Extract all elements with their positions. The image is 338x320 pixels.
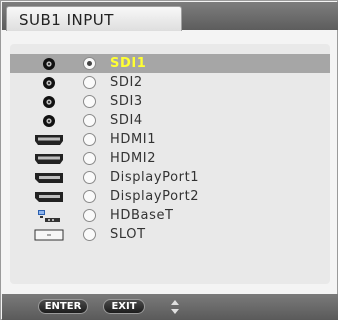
input-option-label: SDI3 [110,94,143,109]
sdi-connector-icon [30,54,68,73]
radio-button[interactable] [83,228,96,241]
radio-button[interactable] [83,76,96,89]
input-option-displayport1[interactable]: DisplayPort1 [10,168,330,187]
title-bar: SUB1 INPUT [2,2,338,31]
radio-button[interactable] [83,133,96,146]
input-option-label: DisplayPort1 [110,170,200,185]
input-option-label: HDMI1 [110,132,157,147]
input-option-hdbaset[interactable]: HDBaseT [10,206,330,225]
radio-button[interactable] [83,152,96,165]
window-title: SUB1 INPUT [19,11,114,29]
radio-button[interactable] [83,190,96,203]
input-option-label: HDBaseT [110,208,174,223]
displayport-connector-icon [30,168,68,187]
up-down-arrows-icon [171,300,179,314]
input-list: SDI1 SDI2 SDI3 SDI4 HDMI1 HDMI2 DisplayPort1 Di… [10,54,330,244]
hdmi-connector-icon [30,130,68,149]
input-option-label: DisplayPort2 [110,189,200,204]
input-option-sdi3[interactable]: SDI3 [10,92,330,111]
exit-button[interactable]: EXIT [103,299,145,314]
input-option-hdmi2[interactable]: HDMI2 [10,149,330,168]
input-option-label: SDI1 [110,56,147,71]
title-tab: SUB1 INPUT [6,6,182,31]
radio-button[interactable] [83,114,96,127]
sdi-connector-icon [30,73,68,92]
radio-button[interactable] [83,57,96,70]
input-option-label: SLOT [110,227,146,242]
sub1-input-window: SUB1 INPUT SDI1 SDI2 SDI3 SDI4 HDMI1 HDMI2 Dis… [0,0,338,320]
input-option-label: SDI2 [110,75,143,90]
sdi-connector-icon [30,111,68,130]
radio-button[interactable] [83,209,96,222]
displayport-connector-icon [30,187,68,206]
input-option-label: HDMI2 [110,151,157,166]
input-option-sdi2[interactable]: SDI2 [10,73,330,92]
network-connector-icon [30,206,68,225]
input-option-sdi1[interactable]: SDI1 [10,54,330,73]
slot-icon [30,225,68,244]
enter-button[interactable]: ENTER [38,299,88,314]
hdmi-connector-icon [30,149,68,168]
input-option-sdi4[interactable]: SDI4 [10,111,330,130]
input-option-displayport2[interactable]: DisplayPort2 [10,187,330,206]
input-option-hdmi1[interactable]: HDMI1 [10,130,330,149]
radio-button[interactable] [83,95,96,108]
radio-button[interactable] [83,171,96,184]
input-option-label: SDI4 [110,113,143,128]
sdi-connector-icon [30,92,68,111]
input-list-panel: SDI1 SDI2 SDI3 SDI4 HDMI1 HDMI2 DisplayPort1 Di… [10,44,330,284]
footer-bar: ENTER EXIT [2,294,338,320]
input-option-slot[interactable]: SLOT [10,225,330,244]
